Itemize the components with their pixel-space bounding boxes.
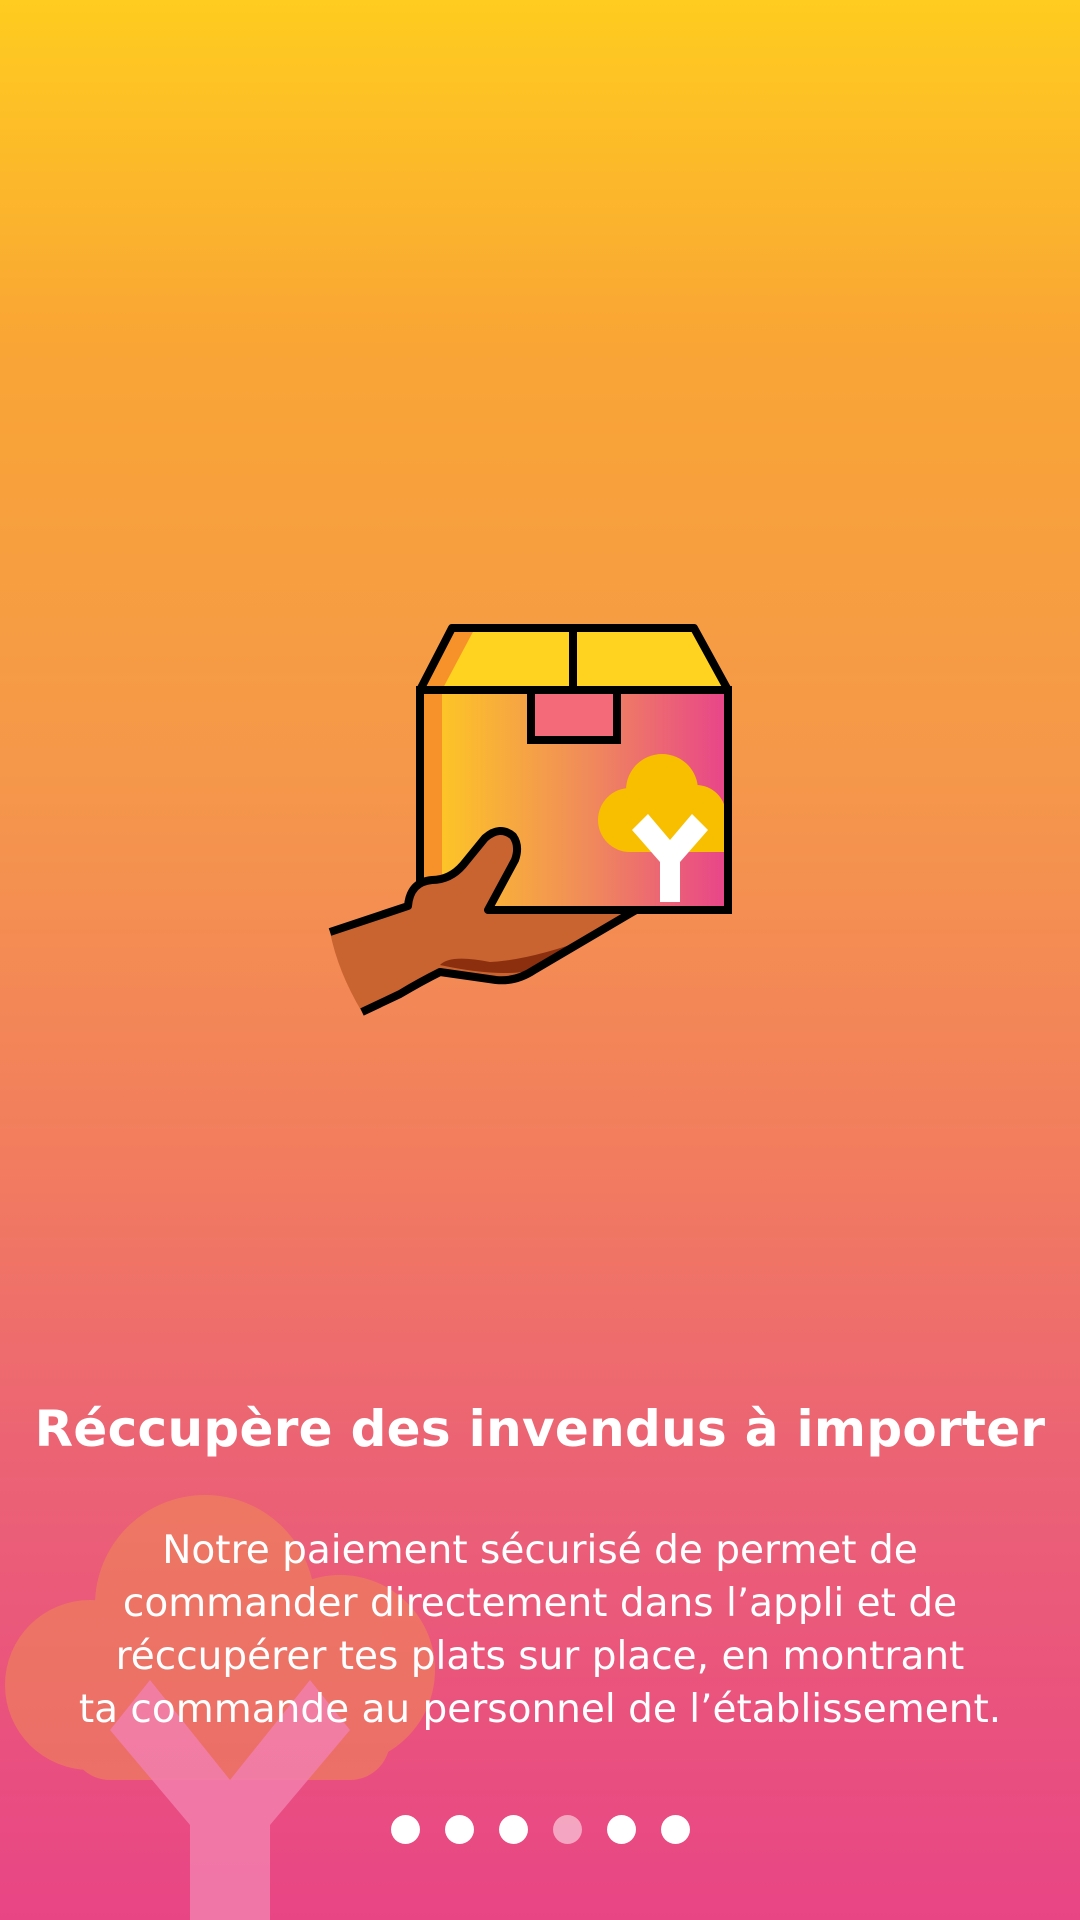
page-dot-1[interactable] [390, 1815, 420, 1844]
page-dot-5[interactable] [606, 1815, 636, 1844]
onboarding-description: Notre paiement sécurisé de permet de com… [40, 1524, 1040, 1736]
page-dot-3[interactable] [498, 1815, 528, 1844]
onboarding-title: Réccupère des invendus à importer [34, 1400, 1046, 1458]
onboarding-screen: Réccupère des invendus à importer Notre … [0, 0, 1080, 1920]
page-dot-4-active[interactable] [552, 1815, 582, 1844]
description-line: Notre paiement sécurisé de permet de [162, 1528, 918, 1573]
page-dot-6[interactable] [660, 1815, 690, 1844]
description-line: ta commande au personnel de l’établissem… [78, 1687, 1002, 1732]
page-indicator [0, 1815, 1080, 1844]
page-dot-2[interactable] [444, 1815, 474, 1844]
description-line: commander directement dans l’appli et de [122, 1581, 958, 1626]
description-line: réccupérer tes plats sur place, en montr… [115, 1634, 965, 1679]
hand-holding-package-icon [328, 624, 732, 1016]
